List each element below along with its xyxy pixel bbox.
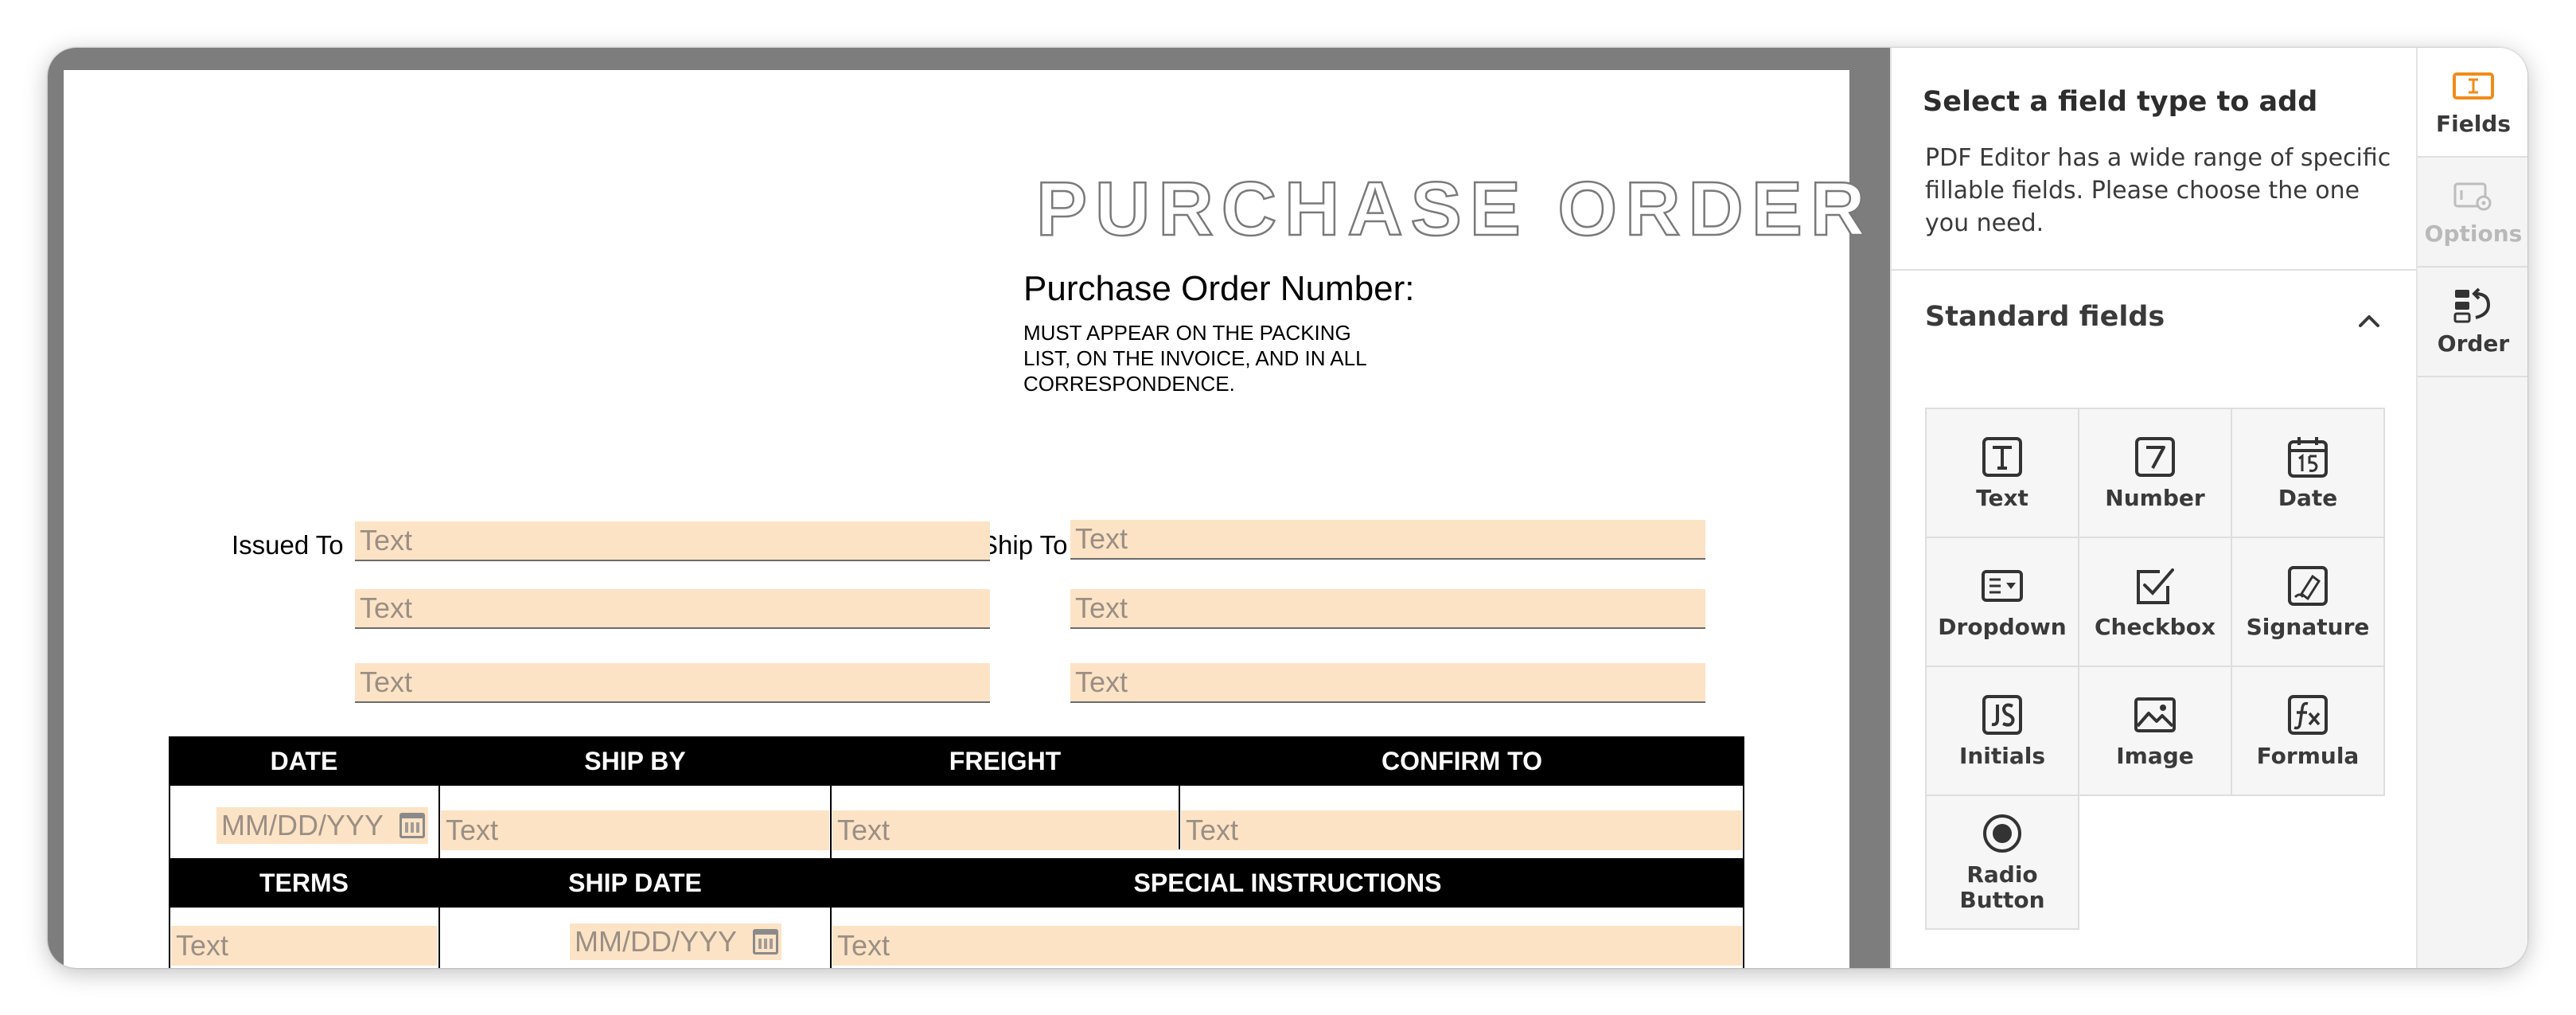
- text-field-icon: [1982, 437, 2022, 477]
- date-placeholder: MM/DD/YYY: [575, 925, 738, 958]
- field-type-label: Initials: [1958, 743, 2046, 769]
- checkbox-field-icon: [2137, 568, 2174, 604]
- tab-label: Fields: [2435, 110, 2512, 137]
- field-type-label: Signature: [2246, 614, 2370, 640]
- field-type-label: Image: [2116, 743, 2194, 769]
- table-header-freight: FREIGHT: [831, 736, 1179, 786]
- issued-to-field-3[interactable]: Text: [355, 663, 990, 703]
- tab-label: Order: [2437, 330, 2510, 357]
- special-instructions-field[interactable]: Text: [832, 926, 1742, 966]
- terms-field[interactable]: Text: [171, 926, 437, 966]
- field-type-radio-button[interactable]: Radio Button: [1925, 794, 2079, 930]
- ship-by-field[interactable]: Text: [441, 810, 829, 850]
- field-type-label: Date: [2278, 485, 2338, 511]
- ship-to-field-2[interactable]: Text: [1070, 589, 1705, 629]
- side-tab-bar: Fields Options Order: [2416, 48, 2527, 968]
- fields-tab-icon: [2453, 72, 2494, 100]
- date-placeholder: MM/DD/YYY: [221, 809, 384, 841]
- confirm-to-field[interactable]: Text: [1181, 810, 1742, 850]
- divider: [1892, 269, 2419, 271]
- formula-field-icon: [2288, 695, 2328, 735]
- ship-to-label: Ship To: [980, 530, 1068, 560]
- tab-fields[interactable]: Fields: [2418, 48, 2527, 158]
- table-header-ship-date: SHIP DATE: [439, 858, 831, 908]
- signature-field-icon: [2288, 566, 2328, 606]
- field-type-label: Formula: [2256, 743, 2360, 769]
- field-type-text[interactable]: Text: [1925, 408, 2079, 538]
- field-type-label: Number: [2105, 485, 2205, 511]
- field-type-date[interactable]: Date: [2231, 408, 2385, 538]
- calendar-icon[interactable]: [753, 929, 778, 954]
- field-type-initials[interactable]: Initials: [1925, 666, 2079, 796]
- field-type-number[interactable]: Number: [2078, 408, 2232, 538]
- standard-fields-title[interactable]: Standard fields: [1925, 301, 2165, 333]
- issued-to-label: Issued To: [232, 530, 344, 560]
- field-type-label: Text: [1976, 485, 2028, 511]
- document-page: PURCHASE ORDER Purchase Order Number: MU…: [64, 70, 1866, 968]
- table-header-special-instructions: SPECIAL INSTRUCTIONS: [831, 858, 1744, 908]
- field-type-label: Dropdown: [1938, 614, 2067, 640]
- tab-order[interactable]: Order: [2418, 267, 2527, 377]
- pdf-editor-window: PURCHASE ORDER Purchase Order Number: MU…: [48, 48, 2527, 968]
- date-field-icon: [2288, 437, 2328, 478]
- field-type-dropdown[interactable]: Dropdown: [1925, 537, 2079, 667]
- number-field-icon: [2135, 437, 2175, 477]
- calendar-icon[interactable]: [399, 813, 425, 838]
- date-field[interactable]: MM/DD/YYY: [216, 807, 428, 844]
- panel-description: PDF Editor has a wide range of specific …: [1925, 144, 2391, 237]
- field-type-image[interactable]: Image: [2078, 666, 2232, 796]
- table-header-date: DATE: [169, 736, 439, 786]
- document-title: PURCHASE ORDER: [1035, 166, 1874, 253]
- ship-to-field-1[interactable]: Text: [1070, 520, 1705, 560]
- tab-label: Options: [2424, 220, 2523, 247]
- radio-button-field-icon: [1983, 814, 2021, 853]
- field-type-checkbox[interactable]: Checkbox: [2078, 537, 2232, 667]
- issued-to-field-2[interactable]: Text: [355, 589, 990, 629]
- freight-field[interactable]: Text: [832, 810, 1178, 850]
- po-number-label: Purchase Order Number:: [1023, 269, 1415, 308]
- field-type-label: Checkbox: [2094, 614, 2216, 640]
- order-tab-icon: [2453, 287, 2491, 322]
- field-type-signature[interactable]: Signature: [2231, 537, 2385, 667]
- po-note-line: MUST APPEAR ON THE PACKING: [1023, 321, 1351, 345]
- po-number-note: MUST APPEAR ON THE PACKING LIST, ON THE …: [1023, 320, 1437, 396]
- field-type-grid: Text Number Date Dropdown Checkbox Signa…: [1925, 408, 2386, 930]
- tab-options[interactable]: Options: [2418, 158, 2527, 267]
- document-viewport[interactable]: PURCHASE ORDER Purchase Order Number: MU…: [48, 48, 1890, 968]
- table-header-terms: TERMS: [169, 858, 439, 908]
- initials-field-icon: [1982, 695, 2022, 735]
- field-type-formula[interactable]: Formula: [2231, 666, 2385, 796]
- ship-date-field[interactable]: MM/DD/YYY: [570, 923, 781, 960]
- dropdown-field-icon: [1982, 570, 2023, 602]
- issued-to-field-1[interactable]: Text: [355, 521, 990, 561]
- options-tab-icon: [2453, 182, 2492, 210]
- chevron-up-icon[interactable]: [2357, 309, 2381, 333]
- field-type-label: Radio Button: [1959, 861, 2045, 913]
- po-note-line: CORRESPONDENCE.: [1023, 372, 1235, 396]
- table-border: [1179, 786, 1180, 849]
- ship-to-field-3[interactable]: Text: [1070, 663, 1705, 703]
- table-header-ship-by: SHIP BY: [439, 736, 831, 786]
- image-field-icon: [2134, 697, 2176, 732]
- panel-heading: Select a field type to add: [1923, 86, 2318, 118]
- table-header-confirm-to: CONFIRM TO: [1179, 736, 1744, 786]
- po-note-line: LIST, ON THE INVOICE, AND IN ALL: [1023, 346, 1367, 370]
